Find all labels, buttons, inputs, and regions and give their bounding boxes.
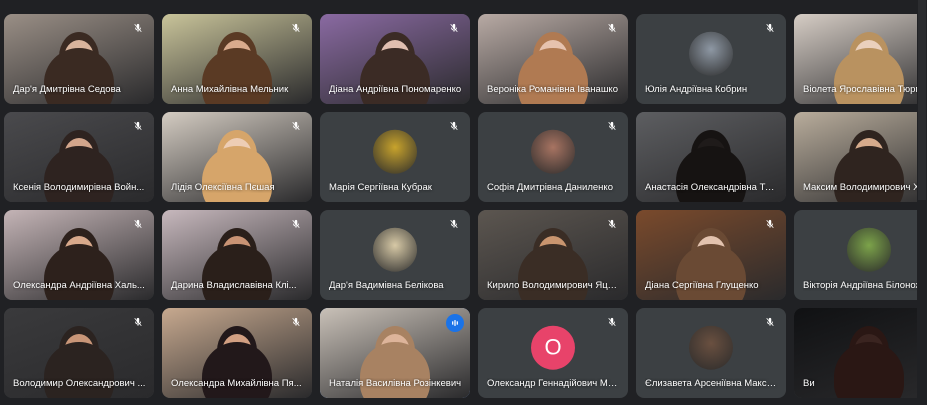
scrollbar[interactable] (917, 0, 927, 405)
participant-tile[interactable]: Олександра Андріївна Халь... (4, 210, 154, 300)
participant-tile[interactable]: Максим Володимирович Хо... (794, 112, 927, 202)
participant-name: Ви (803, 378, 815, 389)
participant-name: Володимир Олександрович ... (13, 378, 146, 389)
scrollbar-thumb[interactable] (918, 0, 926, 200)
participant-grid: Дар'я Дмитрівна Седова Анна Михайлівна Ме… (4, 14, 927, 398)
mic-off-icon (604, 216, 620, 232)
participant-name: Олександра Михайлівна Пя... (171, 378, 302, 389)
audio-level-icon (446, 314, 464, 332)
participant-tile[interactable]: Олександра Михайлівна Пя... (162, 308, 312, 398)
profile-avatar (531, 129, 575, 174)
mic-off-icon (288, 20, 304, 36)
mic-off-icon (604, 314, 620, 330)
participant-name: Анна Михайлівна Мельник (171, 84, 289, 95)
participant-name: Юлія Андріївна Кобрин (645, 84, 748, 95)
participant-name: Ксенія Володимирівна Войн... (13, 182, 145, 193)
participant-name: Дар'я Дмитрівна Седова (13, 84, 121, 95)
participant-name: Дарина Владиславівна Клі... (171, 280, 297, 291)
profile-avatar (689, 325, 733, 370)
participant-tile[interactable]: Вікторія Андріївна Білоножко (794, 210, 927, 300)
participant-tile[interactable]: Марія Сергіївна Кубрак (320, 112, 470, 202)
participant-name: Вероніка Романівна Іванашко (487, 84, 618, 95)
mic-off-icon (130, 20, 146, 36)
profile-avatar (373, 227, 417, 272)
participant-name: Софія Дмитрівна Даниленко (487, 182, 613, 193)
participant-name: Діана Андріївна Пономаренко (329, 84, 462, 95)
participant-tile[interactable]: Анна Михайлівна Мельник (162, 14, 312, 104)
participant-name: Наталія Василівна Розінкевич (329, 378, 462, 389)
mic-off-icon (446, 20, 462, 36)
participant-tile[interactable]: Наталія Василівна Розінкевич (320, 308, 470, 398)
profile-avatar (373, 129, 417, 174)
participant-name: Олександр Геннадійович Мух... (487, 378, 620, 389)
participant-tile[interactable]: Володимир Олександрович ... (4, 308, 154, 398)
participant-name: Олександра Андріївна Халь... (13, 280, 145, 291)
participant-tile[interactable]: Діана Сергіївна Глущенко (636, 210, 786, 300)
participant-tile[interactable]: Віолета Ярославівна Тюрме... (794, 14, 927, 104)
participant-name: Вікторія Андріївна Білоножко (803, 280, 927, 291)
mic-off-icon (130, 314, 146, 330)
participant-tile[interactable]: Єлизавета Арсеніївна Макси... (636, 308, 786, 398)
mic-off-icon (288, 314, 304, 330)
participant-name: Діана Сергіївна Глущенко (645, 280, 759, 291)
participant-name: Дар'я Вадимівна Белікова (329, 280, 444, 291)
participant-tile[interactable]: Лідія Олексіївна Пєшая (162, 112, 312, 202)
participant-tile[interactable]: Вероніка Романівна Іванашко (478, 14, 628, 104)
profile-avatar (689, 31, 733, 76)
mic-off-icon (446, 118, 462, 134)
mic-off-icon (762, 216, 778, 232)
mic-off-icon (604, 118, 620, 134)
profile-avatar (847, 227, 891, 272)
participant-name: Єлизавета Арсеніївна Макси... (645, 378, 778, 389)
mic-off-icon (762, 20, 778, 36)
mic-off-icon (762, 314, 778, 330)
participant-name: Кирило Володимирович Яце... (487, 280, 620, 291)
participant-tile[interactable]: Ви (794, 308, 927, 398)
participant-tile[interactable]: Дар'я Вадимівна Белікова (320, 210, 470, 300)
participant-tile[interactable]: O Олександр Геннадійович Мух... (478, 308, 628, 398)
participant-tile[interactable]: Юлія Андріївна Кобрин (636, 14, 786, 104)
participant-tile[interactable]: Анастасія Олександрівна Те... (636, 112, 786, 202)
letter-avatar: O (531, 325, 575, 370)
participant-tile[interactable]: Дарина Владиславівна Клі... (162, 210, 312, 300)
mic-off-icon (130, 216, 146, 232)
participant-tile[interactable]: Діана Андріївна Пономаренко (320, 14, 470, 104)
participant-tile[interactable]: Кирило Володимирович Яце... (478, 210, 628, 300)
mic-off-icon (130, 118, 146, 134)
participant-name: Анастасія Олександрівна Те... (645, 182, 778, 193)
participant-tile[interactable]: Ксенія Володимирівна Войн... (4, 112, 154, 202)
participant-name: Максим Володимирович Хо... (803, 182, 927, 193)
mic-off-icon (446, 216, 462, 232)
mic-off-icon (604, 20, 620, 36)
participant-name: Марія Сергіївна Кубрак (329, 182, 432, 193)
mic-off-icon (288, 216, 304, 232)
participant-name: Віолета Ярославівна Тюрме... (803, 84, 927, 95)
participant-tile[interactable]: Софія Дмитрівна Даниленко (478, 112, 628, 202)
participant-name: Лідія Олексіївна Пєшая (171, 182, 275, 193)
participant-tile[interactable]: Дар'я Дмитрівна Седова (4, 14, 154, 104)
mic-off-icon (288, 118, 304, 134)
